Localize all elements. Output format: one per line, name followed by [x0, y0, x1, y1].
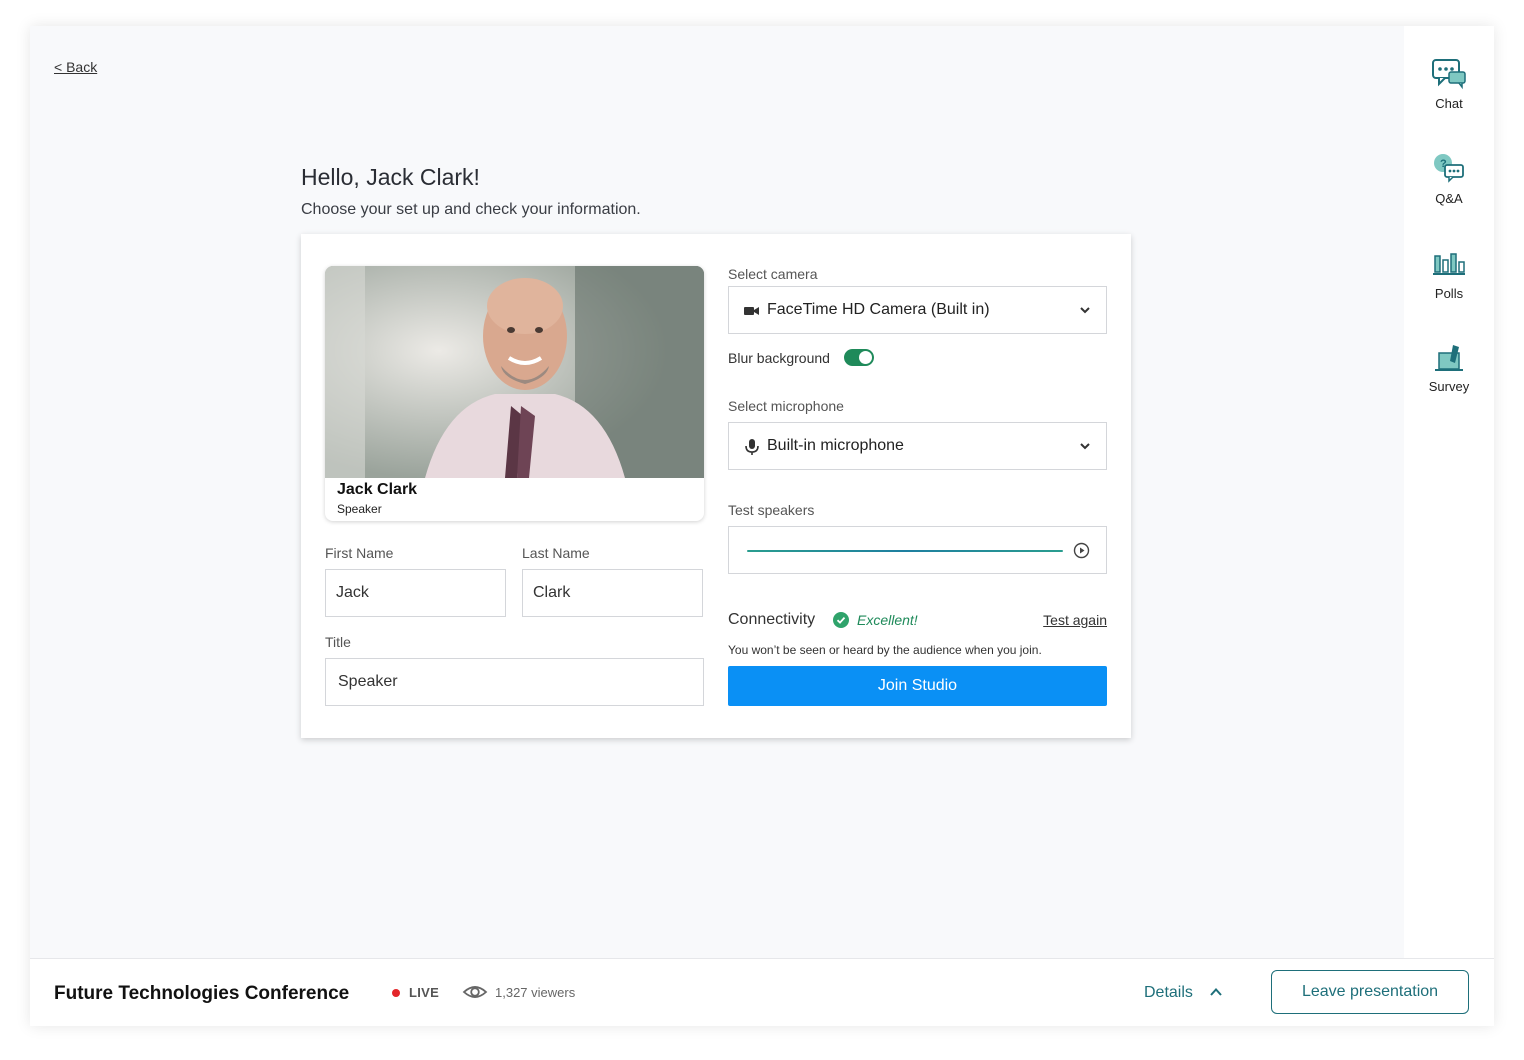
camera-preview: Jack Clark Speaker [325, 266, 704, 521]
camera-label: Select camera [728, 266, 818, 282]
rail-label-qa: Q&A [1435, 191, 1463, 206]
eye-icon [462, 986, 488, 998]
microphone-icon [745, 439, 759, 455]
polls-icon [1433, 253, 1465, 275]
conference-title: Future Technologies Conference [54, 983, 350, 1004]
setup-card: Jack Clark Speaker First Name Last Name … [301, 234, 1131, 738]
live-dot-icon [392, 989, 400, 997]
toggle-knob [859, 351, 872, 364]
rail-label-chat: Chat [1435, 96, 1463, 111]
rail-item-survey[interactable]: Survey [1404, 341, 1494, 394]
camera-select[interactable]: FaceTime HD Camera (Built in) [728, 286, 1107, 334]
chevron-down-icon [1080, 443, 1090, 450]
connectivity-label: Connectivity [728, 611, 816, 628]
camera-preview-image [325, 266, 704, 478]
microphone-select[interactable]: Built-in microphone [728, 422, 1107, 470]
connectivity-status: Excellent! [857, 612, 918, 628]
join-studio-button[interactable]: Join Studio [728, 666, 1107, 706]
rail-item-polls[interactable]: Polls [1404, 248, 1494, 301]
rail-item-qa[interactable]: ? Q&A [1404, 153, 1494, 206]
back-link[interactable]: < Back [54, 59, 97, 75]
live-badge: LIVE [409, 985, 440, 1000]
last-name-field[interactable] [522, 569, 703, 617]
rail-item-chat[interactable]: Chat [1404, 58, 1494, 111]
title-label: Title [325, 634, 351, 650]
camera-select-value: FaceTime HD Camera (Built in) [767, 301, 990, 318]
test-again-link[interactable]: Test again [1043, 612, 1107, 628]
side-rail: Chat ? Q&A Polls Survey [1404, 26, 1494, 958]
rail-label-polls: Polls [1434, 286, 1464, 301]
greeting-title: Hello, Jack Clark! [301, 164, 480, 190]
details-toggle[interactable]: Details [1144, 984, 1193, 1002]
chevron-down-icon [1080, 307, 1090, 314]
speakers-label: Test speakers [728, 502, 815, 518]
microphone-select-value: Built-in microphone [767, 437, 904, 454]
speaker-portrait-image [325, 266, 704, 478]
title-field[interactable] [325, 658, 704, 706]
blur-background-label: Blur background [728, 350, 830, 366]
bottom-bar: Future Technologies Conference LIVE 1,32… [30, 958, 1494, 1026]
last-name-label: Last Name [522, 545, 590, 561]
blur-background-toggle[interactable] [844, 349, 874, 366]
chat-icon [1432, 59, 1466, 90]
video-camera-icon [744, 307, 759, 315]
app-frame: < Back Chat ? Q&A Polls Survey Hello, Ja… [30, 26, 1494, 1026]
check-circle-icon [833, 612, 849, 628]
chevron-up-icon[interactable] [1208, 984, 1224, 1000]
first-name-label: First Name [325, 545, 394, 561]
microphone-label: Select microphone [728, 398, 844, 414]
preview-name: Jack Clark [337, 481, 418, 498]
leave-presentation-button[interactable]: Leave presentation [1271, 970, 1469, 1014]
greeting-subtitle: Choose your set up and check your inform… [301, 201, 641, 218]
preview-role: Speaker [337, 502, 382, 516]
viewer-count: 1,327 viewers [495, 985, 576, 1000]
survey-icon [1435, 345, 1463, 371]
qa-icon: ? [1434, 154, 1464, 183]
audio-waveform [747, 550, 1063, 552]
first-name-field[interactable] [325, 569, 506, 617]
play-icon[interactable] [1073, 542, 1090, 559]
join-note: You won’t be seen or heard by the audien… [728, 643, 1042, 657]
rail-label-survey: Survey [1428, 379, 1470, 394]
speaker-test-box [728, 526, 1107, 574]
